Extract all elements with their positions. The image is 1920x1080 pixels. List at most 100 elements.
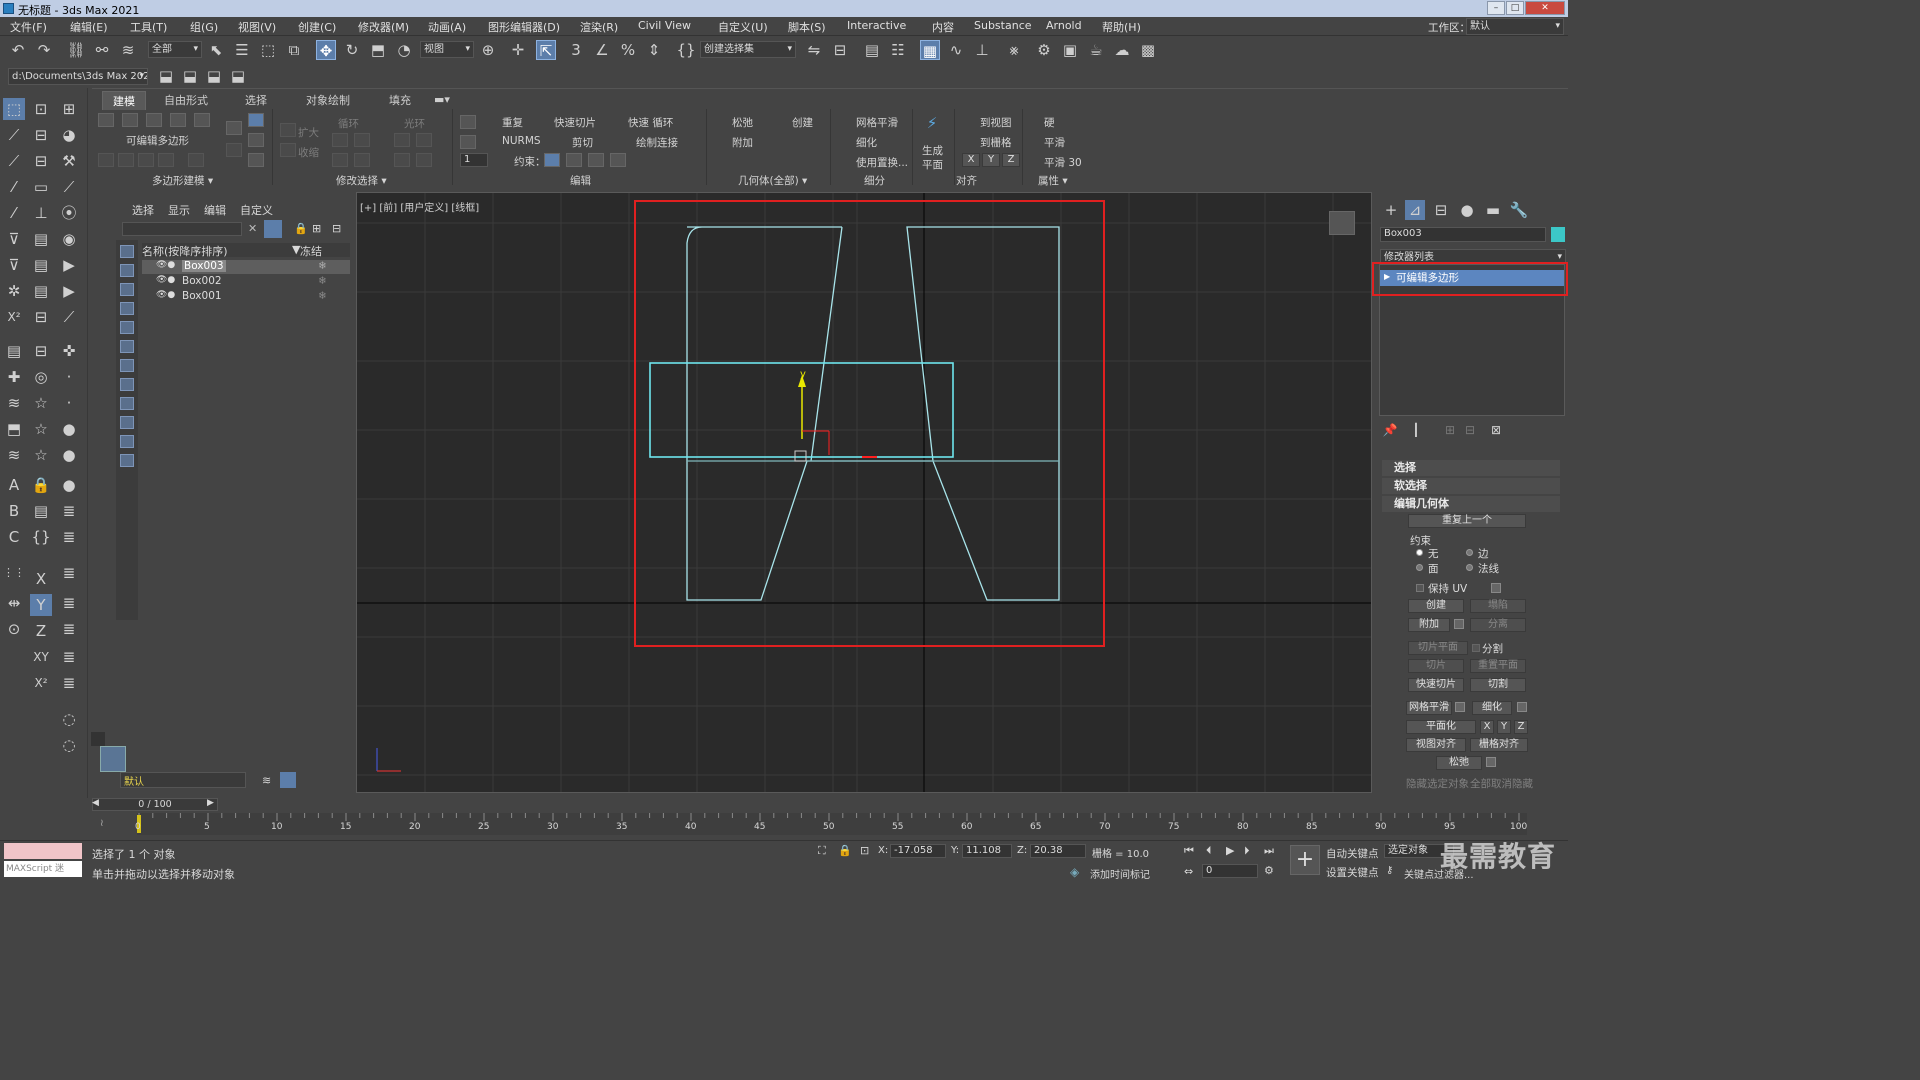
scene-tab-select[interactable]: 选择: [132, 202, 154, 218]
tool-icon[interactable]: ⚒: [58, 150, 80, 172]
set-key-button[interactable]: 设置关键点: [1326, 865, 1379, 880]
col-name-header[interactable]: 名称(按降序排序): [142, 243, 228, 259]
create-button[interactable]: 创建: [1408, 599, 1464, 613]
filter-spacewarps-icon[interactable]: [120, 340, 134, 353]
border-mode-icon[interactable]: [146, 113, 162, 127]
polymodel-tool-icon[interactable]: [158, 153, 174, 167]
key-mode-icon[interactable]: ⇔: [1184, 865, 1193, 878]
key-filter-icon[interactable]: ⚷: [1386, 865, 1393, 876]
expand-arrow-icon[interactable]: [91, 732, 105, 746]
polymodel-tool-icon[interactable]: [118, 153, 134, 167]
tool-icon[interactable]: B: [3, 500, 25, 522]
visibility-eye-icon[interactable]: 👁●: [156, 260, 175, 270]
snaps-toggle-icon[interactable]: 3: [566, 40, 586, 60]
minimize-button[interactable]: –: [1487, 1, 1505, 15]
view-align-button[interactable]: 视图对齐: [1406, 738, 1466, 752]
ring-tool-icon[interactable]: [394, 153, 410, 167]
menu-edit[interactable]: 编辑(E): [70, 19, 108, 35]
project-open-icon[interactable]: ⬓: [180, 66, 200, 86]
maxscript-listener-input[interactable]: MAXScript 迷: [4, 861, 82, 877]
tool-icon[interactable]: ▭: [30, 176, 52, 198]
set-key-icon[interactable]: +: [1290, 845, 1320, 875]
filter-helpers-icon[interactable]: [120, 321, 134, 334]
isolate-selection-icon[interactable]: ⛶: [818, 844, 826, 858]
polymodel-tool-icon[interactable]: [138, 153, 154, 167]
time-config-icon[interactable]: ⚙: [1264, 864, 1274, 877]
generate-label[interactable]: 生成: [922, 143, 943, 158]
tool-icon[interactable]: ⇹: [3, 592, 25, 614]
slice-button[interactable]: 切片: [1408, 659, 1464, 673]
prev-frame-icon[interactable]: ◀: [92, 798, 99, 808]
create-button[interactable]: 创建: [792, 115, 813, 130]
constraint-none-radio[interactable]: [1416, 549, 1423, 556]
attach-settings-icon[interactable]: [1454, 619, 1464, 629]
quickloop-button[interactable]: 快速 循环: [628, 115, 673, 130]
render-gallery-icon[interactable]: ▩: [1138, 40, 1158, 60]
tool-icon[interactable]: ⊡: [30, 98, 52, 120]
tweak-icon[interactable]: [460, 135, 476, 149]
scene-tab-customize[interactable]: 自定义: [240, 202, 273, 218]
tool-icon[interactable]: ☆: [30, 444, 52, 466]
tessellate-button[interactable]: 细化: [1472, 701, 1512, 715]
tool-icon[interactable]: ▤: [3, 340, 25, 362]
y-coordinate-field[interactable]: 11.108: [962, 844, 1012, 858]
menu-content[interactable]: 内容: [932, 19, 954, 35]
collapse-button[interactable]: 塌陷: [1470, 599, 1526, 613]
pivot-center-icon[interactable]: ⊕: [478, 40, 498, 60]
pin-stack-icon[interactable]: 📌: [1380, 420, 1400, 440]
hard-button[interactable]: 硬: [1044, 115, 1055, 130]
window-crossing-icon[interactable]: ⧉: [284, 40, 304, 60]
remove-modifier-icon[interactable]: ⊟: [1460, 420, 1480, 440]
tool-icon[interactable]: ≣: [58, 500, 80, 522]
project-folder-icon[interactable]: ⬓: [156, 66, 176, 86]
edit-spinner[interactable]: 1: [460, 153, 488, 167]
tool-icon[interactable]: ⟋: [3, 150, 25, 172]
shrink-icon[interactable]: [280, 143, 296, 157]
menu-file[interactable]: 文件(F): [10, 19, 47, 35]
ring-tool-icon[interactable]: [416, 133, 432, 147]
curve-editor-icon[interactable]: ∿: [946, 40, 966, 60]
toggle-layer-explorer-icon[interactable]: ☷: [888, 40, 908, 60]
make-planar-button[interactable]: 平面化: [1406, 720, 1476, 734]
tool-icon[interactable]: ▤: [30, 280, 52, 302]
prev-key-icon[interactable]: ⏴: [1206, 844, 1212, 858]
to-grid-button[interactable]: 到栅格: [980, 135, 1012, 150]
rollout-soft-selection[interactable]: 软选择: [1382, 478, 1560, 494]
bind-spacewarp-icon[interactable]: ≋: [118, 40, 138, 60]
go-to-end-icon[interactable]: ⏭: [1264, 844, 1274, 858]
paint-connect-button[interactable]: 绘制连接: [636, 135, 678, 150]
undo-icon[interactable]: ↶: [8, 40, 28, 60]
menu-group[interactable]: 组(G): [190, 19, 218, 35]
select-move-icon[interactable]: ✥: [316, 40, 336, 60]
tool-icon[interactable]: ▤: [30, 500, 52, 522]
tool-icon[interactable]: {}: [30, 526, 52, 548]
filter-lights-icon[interactable]: [120, 283, 134, 296]
layer-icon[interactable]: ⊟: [332, 222, 341, 235]
filter-hidden-icon[interactable]: [120, 454, 134, 467]
angle-snap-icon[interactable]: ∠: [592, 40, 612, 60]
viewcube-icon[interactable]: [1329, 211, 1355, 235]
tool-icon[interactable]: ≣: [58, 618, 80, 640]
grow-label[interactable]: 扩大: [298, 125, 319, 140]
tool-icon[interactable]: XY: [30, 646, 52, 668]
constraint-edge-radio[interactable]: [1466, 549, 1473, 556]
timeline-track[interactable]: 0 5 10 15 20 25 30 35 40 45 50 55 60 65 …: [135, 813, 1527, 835]
generate-plane-icon[interactable]: ⚡: [922, 113, 942, 133]
planar-x-button[interactable]: X: [1480, 720, 1494, 734]
vertex-mode-icon[interactable]: [98, 113, 114, 127]
rollout-edit-geometry[interactable]: 编辑几何体: [1382, 496, 1560, 512]
ring-tool-icon[interactable]: [416, 153, 432, 167]
close-button[interactable]: ✕: [1525, 1, 1565, 15]
edit-named-selection-icon[interactable]: {}: [676, 40, 696, 60]
col-freeze-header[interactable]: 冻结: [300, 243, 322, 259]
spinner-snap-icon[interactable]: ⇕: [644, 40, 664, 60]
show-end-result-icon[interactable]: [248, 113, 264, 127]
hierarchy-icon[interactable]: ⊞: [312, 222, 321, 235]
project-new-icon[interactable]: ⬓: [204, 66, 224, 86]
select-scale-icon[interactable]: ⬒: [368, 40, 388, 60]
ribbon-options-icon[interactable]: ▬▾: [430, 90, 454, 110]
grid-align-button[interactable]: 栅格对齐: [1470, 738, 1528, 752]
render-setup-icon[interactable]: ⚙: [1034, 40, 1054, 60]
tool-icon[interactable]: ⁄: [3, 202, 25, 224]
freeze-icon[interactable]: ❄: [318, 290, 327, 302]
